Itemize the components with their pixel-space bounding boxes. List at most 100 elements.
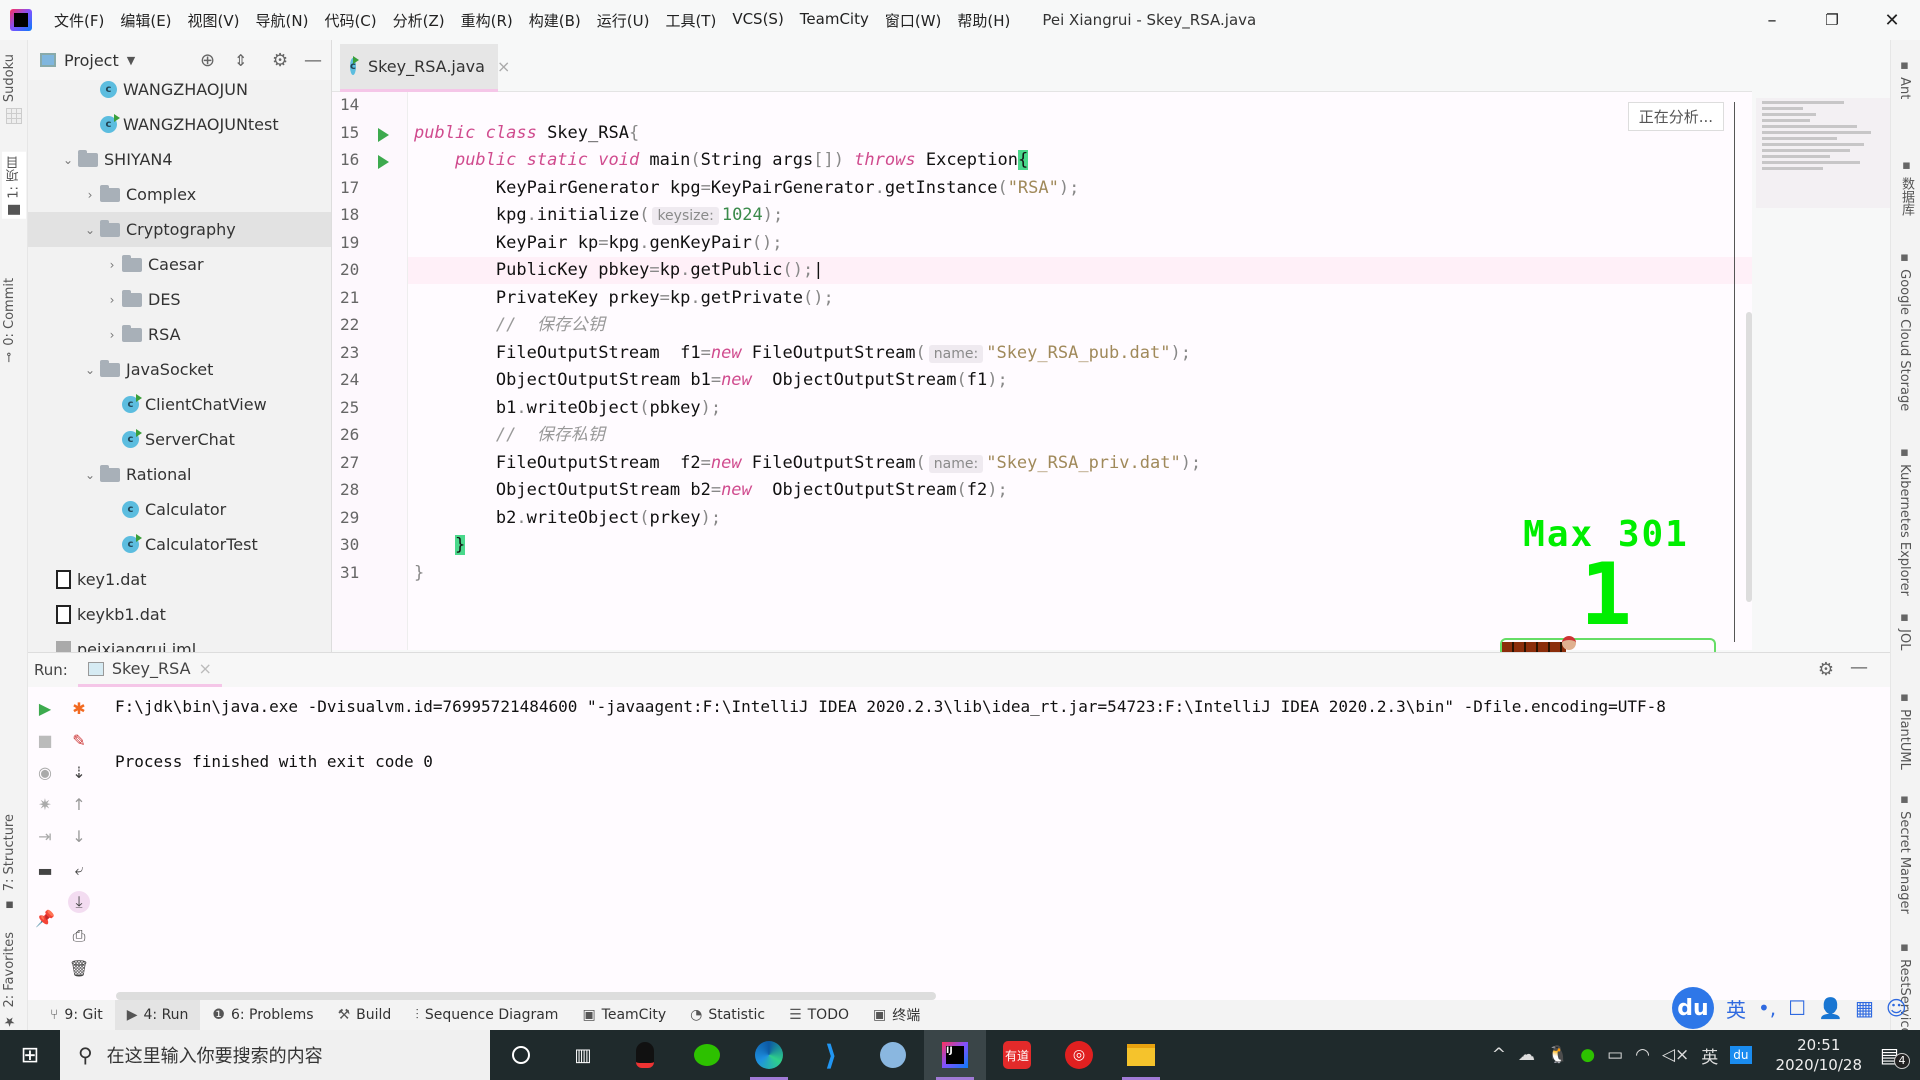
- code-line[interactable]: b2.writeObject(prkey);: [414, 505, 721, 532]
- menu-item[interactable]: 导航(N): [248, 10, 317, 31]
- tree-item[interactable]: ⌄ Cryptography: [28, 212, 331, 247]
- vscode-icon[interactable]: ⟩: [800, 1030, 862, 1080]
- locate-icon[interactable]: ⊕: [200, 50, 215, 71]
- tool-window-problems[interactable]: ❶ 6: Problems: [200, 1000, 325, 1030]
- run-tab-skey-rsa[interactable]: Skey_RSA ×: [77, 653, 222, 687]
- taskbar-clock[interactable]: 20:51 2020/10/28: [1776, 1035, 1862, 1075]
- code-line[interactable]: // 保存私钥: [414, 422, 605, 449]
- right-tab-jol[interactable]: ▪ JOL: [1897, 610, 1912, 650]
- qq-icon[interactable]: [614, 1030, 676, 1080]
- task-view-icon[interactable]: ▥: [552, 1030, 614, 1080]
- wifi-icon[interactable]: ◠: [1635, 1045, 1650, 1065]
- intellij-taskbar-icon[interactable]: IJ: [924, 1030, 986, 1080]
- code-minimap[interactable]: [1756, 98, 1892, 208]
- menu-item[interactable]: 构建(B): [521, 10, 589, 31]
- menu-item[interactable]: 窗口(W): [877, 10, 950, 31]
- scroll-to-end-icon[interactable]: ⤓: [68, 891, 90, 913]
- chevron-right-icon[interactable]: ›: [80, 188, 100, 202]
- file-explorer-icon[interactable]: [1110, 1030, 1172, 1080]
- tree-item[interactable]: c WANGZHAOJUN: [28, 72, 331, 107]
- gear-icon[interactable]: ⚙: [272, 50, 288, 71]
- ime-skin-icon[interactable]: ☐: [1788, 996, 1806, 1020]
- tree-item[interactable]: c CalculatorTest: [28, 527, 331, 562]
- code-line[interactable]: KeyPair kp=kpg.genKeyPair();: [414, 230, 783, 257]
- arrow-down-icon[interactable]: ↓: [68, 825, 90, 847]
- tree-item[interactable]: c ClientChatView: [28, 387, 331, 422]
- minimize-button[interactable]: –: [1744, 0, 1800, 40]
- code-line[interactable]: PrivateKey prkey=kp.getPrivate();: [414, 285, 834, 312]
- menu-item[interactable]: 分析(Z): [385, 10, 453, 31]
- console-output[interactable]: F:\jdk\bin\java.exe -Dvisualvm.id=769957…: [114, 687, 1890, 1000]
- ime-punct-toggle[interactable]: •,: [1758, 996, 1776, 1020]
- rerun-icon[interactable]: ▶: [34, 697, 56, 719]
- chevron-right-icon[interactable]: ›: [102, 328, 122, 342]
- chevron-down-icon[interactable]: ⌄: [58, 153, 78, 167]
- code-line[interactable]: kpg.initialize(keysize: 1024);: [414, 202, 783, 229]
- windows-start-button[interactable]: ⊞: [0, 1030, 60, 1080]
- menu-item[interactable]: VCS(S): [724, 10, 791, 31]
- tool-window-git[interactable]: ⑂ 9: Git: [38, 1000, 115, 1030]
- tree-item[interactable]: ⌄ JavaSocket: [28, 352, 331, 387]
- tree-item[interactable]: ⌄ SHIYAN4: [28, 142, 331, 177]
- code-line[interactable]: b1.writeObject(pbkey);: [414, 395, 721, 422]
- battery-icon[interactable]: ▭: [1607, 1045, 1623, 1065]
- code-line[interactable]: FileOutputStream f1=new FileOutputStream…: [414, 340, 1191, 367]
- right-tab-secret-manager[interactable]: ▪ Secret Manager: [1897, 792, 1912, 914]
- tool-window-hammer[interactable]: ⚒ Build: [326, 1000, 404, 1030]
- structure-tab[interactable]: ▪ 7: Structure: [2, 814, 17, 912]
- tray-wechat-icon[interactable]: ●: [1580, 1045, 1595, 1065]
- tree-item[interactable]: c WANGZHAOJUNtest: [28, 107, 331, 142]
- menu-item[interactable]: 帮助(H): [949, 10, 1018, 31]
- edge-icon[interactable]: [738, 1030, 800, 1080]
- menu-item[interactable]: 编辑(E): [112, 10, 179, 31]
- code-line[interactable]: }: [414, 560, 424, 587]
- tray-language-indicator[interactable]: 英: [1701, 1043, 1718, 1068]
- menu-item[interactable]: 工具(T): [657, 10, 724, 31]
- sudoku-tab[interactable]: Sudoku: [2, 54, 17, 102]
- print-icon[interactable]: ⎙: [68, 925, 90, 947]
- menu-item[interactable]: 视图(V): [180, 10, 248, 31]
- maximize-button[interactable]: ❐: [1804, 0, 1860, 40]
- close-tab-icon[interactable]: ×: [497, 57, 510, 76]
- ime-emoji-icon[interactable]: ☺: [1886, 996, 1907, 1020]
- right-tab-ant[interactable]: ▪ Ant: [1897, 58, 1912, 99]
- bug-icon[interactable]: ✷: [34, 793, 56, 815]
- code-line[interactable]: }: [414, 532, 466, 559]
- trash-icon[interactable]: 🗑: [68, 957, 90, 979]
- menu-item[interactable]: 代码(C): [316, 10, 384, 31]
- right-tab-cloud-storage[interactable]: ▪ Google Cloud Storage: [1897, 250, 1912, 411]
- tray-expand-icon[interactable]: ^: [1492, 1045, 1506, 1065]
- tree-item[interactable]: peixiangrui.iml: [28, 632, 331, 652]
- clear-edit-icon[interactable]: ✎: [68, 729, 90, 751]
- chevron-down-icon[interactable]: ⌄: [80, 468, 100, 482]
- code-line[interactable]: KeyPairGenerator kpg=KeyPairGenerator.ge…: [414, 175, 1079, 202]
- cortana-icon[interactable]: [490, 1030, 552, 1080]
- tree-item[interactable]: › Complex: [28, 177, 331, 212]
- notification-center-button[interactable]: ▤ 4: [1880, 1043, 1920, 1069]
- ime-grid-icon[interactable]: ▦: [1855, 996, 1874, 1020]
- tray-qq-icon[interactable]: 🐧: [1547, 1045, 1568, 1065]
- youdao-icon[interactable]: 有道: [986, 1030, 1048, 1080]
- right-tab-kubernetes[interactable]: ▪ Kubernetes Explorer: [1897, 445, 1912, 596]
- tree-item[interactable]: ⌄ Rational: [28, 457, 331, 492]
- menu-item[interactable]: TeamCity: [792, 10, 877, 31]
- tool-window-todo[interactable]: ☰ TODO: [777, 1000, 861, 1030]
- soft-wrap-icon[interactable]: ⤶: [68, 859, 90, 881]
- project-view-selector[interactable]: Project: [64, 51, 119, 70]
- tool-window-run[interactable]: ▶ 4: Run: [114, 1000, 201, 1030]
- taskbar-search-box[interactable]: ⚲ 在这里输入你要搜索的内容: [60, 1030, 490, 1080]
- menu-item[interactable]: 运行(U): [589, 10, 658, 31]
- hide-panel-icon[interactable]: —: [1850, 657, 1868, 678]
- baidu-ime-logo-icon[interactable]: du: [1672, 987, 1714, 1029]
- tool-window-teamcity[interactable]: ▣ TeamCity: [570, 1000, 678, 1030]
- tree-item[interactable]: c ServerChat: [28, 422, 331, 457]
- tool-window-terminal[interactable]: ▣ 终端: [861, 1000, 932, 1030]
- tree-item[interactable]: keykb1.dat: [28, 597, 331, 632]
- collapse-all-icon[interactable]: ⇕: [234, 51, 247, 70]
- camera-icon[interactable]: ◉: [34, 761, 56, 783]
- code-line[interactable]: PublicKey pbkey=kp.getPublic();|: [414, 257, 824, 284]
- chevron-down-icon[interactable]: ▼: [127, 54, 135, 67]
- run-gutter-icon[interactable]: [378, 127, 389, 142]
- right-tab-database[interactable]: ▪ 数据库: [1897, 158, 1916, 216]
- console-horizontal-scrollbar[interactable]: [116, 992, 936, 1000]
